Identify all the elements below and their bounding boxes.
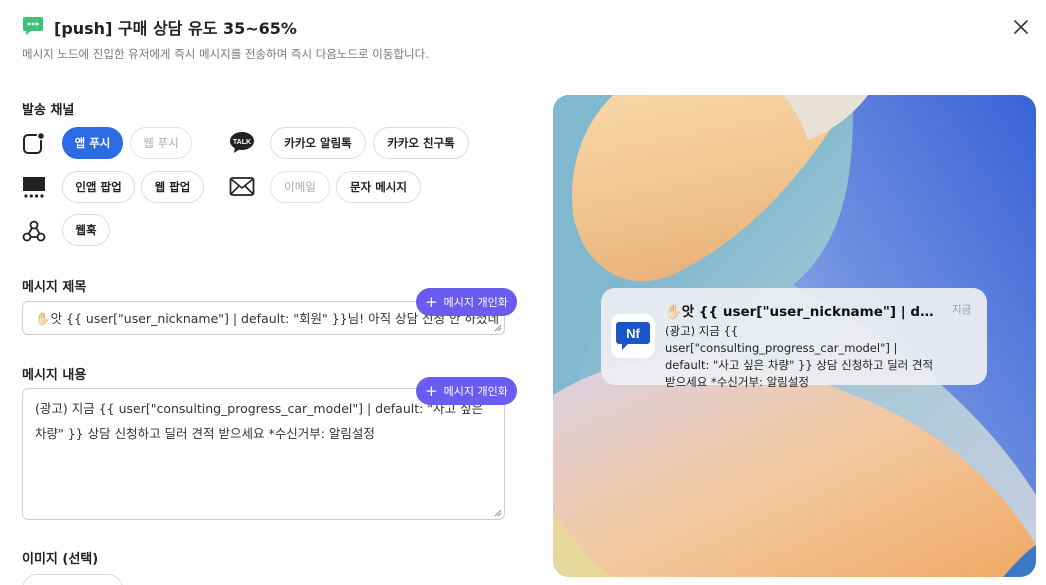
plus-icon: + <box>425 292 438 311</box>
channel-section-label: 발송 채널 <box>22 103 75 118</box>
title-personalize-label: 메시지 개인화 <box>443 296 508 309</box>
page-subtitle: 메시지 노드에 진입한 유저에게 즉시 메시지를 전송하며 즉시 다음노드로 이… <box>22 47 429 61</box>
svg-text:Nf: Nf <box>626 326 640 341</box>
kakao-friendtalk-button[interactable]: 카카오 친구톡 <box>373 127 469 159</box>
web-push-button[interactable]: 웹 푸시 <box>130 127 192 159</box>
message-body-value: (광고) 지금 {{ user["consulting_progress_car… <box>35 401 484 441</box>
chat-bubble-icon <box>23 17 43 35</box>
title-personalize-button[interactable]: + 메시지 개인화 <box>416 288 517 316</box>
sms-button[interactable]: 문자 메시지 <box>336 171 421 203</box>
push-preview: Nf ✋🏻앗 {{ user["user_nickname"] | defaul… <box>553 95 1036 577</box>
close-icon[interactable] <box>1010 16 1032 38</box>
webhook-icon <box>21 218 47 244</box>
popup-icon <box>21 174 47 200</box>
kakao-talk-icon: TALK <box>229 130 255 156</box>
body-personalize-label: 메시지 개인화 <box>443 385 508 398</box>
resize-grip-icon[interactable] <box>494 324 502 332</box>
webhook-button[interactable]: 웹훅 <box>62 214 110 246</box>
notification-body: (광고) 지금 {{ user["consulting_progress_car… <box>665 324 934 389</box>
svg-text:TALK: TALK <box>233 139 251 146</box>
body-personalize-button[interactable]: + 메시지 개인화 <box>416 377 517 405</box>
kakao-alimtalk-button[interactable]: 카카오 알림톡 <box>270 127 366 159</box>
app-push-icon <box>21 130 47 156</box>
message-body-label: 메시지 내용 <box>22 368 87 383</box>
message-body-textarea[interactable]: (광고) 지금 {{ user["consulting_progress_car… <box>22 388 505 520</box>
email-button[interactable]: 이메일 <box>270 171 330 203</box>
message-title-label: 메시지 제목 <box>22 280 87 295</box>
app-push-button[interactable]: 앱 푸시 <box>62 127 123 159</box>
notification-time: 지금 <box>952 304 972 316</box>
inapp-popup-button[interactable]: 인앱 팝업 <box>62 171 135 203</box>
push-notification-card: Nf ✋🏻앗 {{ user["user_nickname"] | defaul… <box>601 288 987 389</box>
plus-icon: + <box>425 381 438 400</box>
resize-grip-icon[interactable] <box>494 509 502 517</box>
image-section-label: 이미지 (선택) <box>22 552 99 567</box>
app-logo-icon: Nf <box>611 314 655 358</box>
web-popup-button[interactable]: 웹 팝업 <box>141 171 204 203</box>
image-upload-button[interactable] <box>22 574 123 585</box>
mail-icon <box>229 174 255 200</box>
notification-title: ✋🏻앗 {{ user["user_nickname"] | default..… <box>665 304 935 320</box>
page-title: [push] 구매 상담 유도 35~65% <box>54 19 297 38</box>
